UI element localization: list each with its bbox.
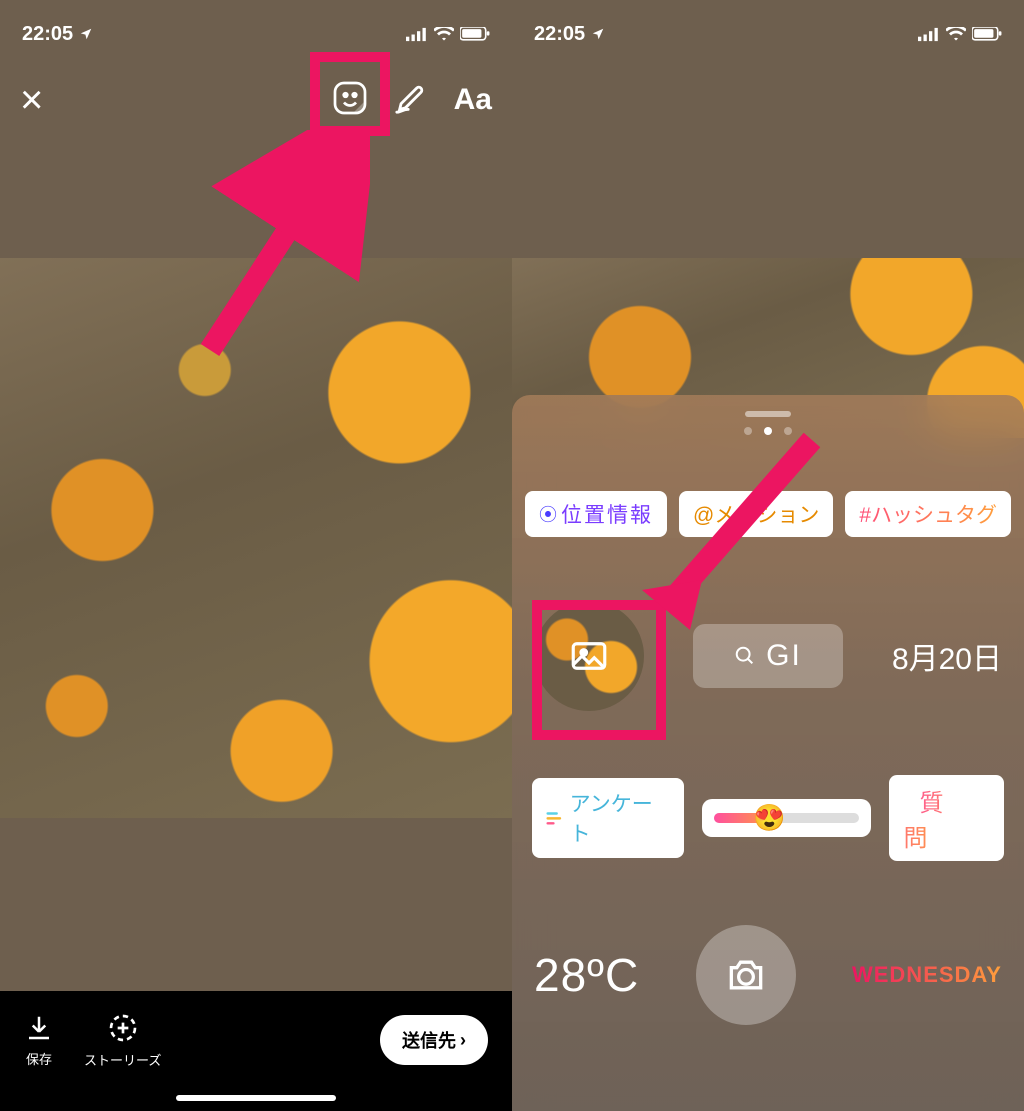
close-icon[interactable]: × [20, 80, 43, 120]
save-label: 保存 [26, 1049, 52, 1068]
poll-sticker[interactable]: アンケート [532, 778, 684, 858]
location-arrow-icon [79, 27, 93, 41]
weekday-sticker[interactable]: WEDNESDAY [852, 962, 1002, 988]
poll-icon [544, 808, 564, 828]
annotation-arrow [200, 130, 370, 360]
chevron-right-icon: › [460, 1030, 466, 1051]
heart-eyes-emoji-icon: 😍 [753, 803, 785, 834]
temperature-sticker[interactable]: 28ºC [534, 948, 639, 1002]
send-to-button[interactable]: 送信先 › [380, 1015, 488, 1065]
question-sticker[interactable]: 質問 [889, 775, 1004, 861]
question-label: 質問 [903, 780, 947, 862]
status-bar: 22:05 [512, 0, 1024, 56]
battery-icon [460, 27, 490, 42]
text-icon[interactable]: Aa [454, 83, 492, 117]
slider-track: 😍 [714, 813, 860, 823]
send-label: 送信先 [402, 1027, 456, 1053]
stories-label: ストーリーズ [84, 1050, 161, 1069]
annotation-arrow [632, 430, 822, 630]
hashtag-sticker[interactable]: #ハッシュタグ [845, 491, 1011, 537]
pin-icon: ⦿ [539, 501, 557, 527]
status-time: 22:05 [22, 23, 73, 46]
battery-icon [972, 27, 1002, 42]
gif-label: GI [766, 639, 802, 673]
signal-icon [918, 27, 940, 42]
poll-label: アンケート [570, 788, 672, 848]
temperature-value: 28 [534, 949, 587, 1001]
location-arrow-icon [591, 27, 605, 41]
search-icon [734, 645, 756, 667]
gif-sticker[interactable]: GI [693, 624, 843, 688]
save-button[interactable]: 保存 [24, 1013, 54, 1068]
emoji-slider-sticker[interactable]: 😍 [702, 799, 872, 837]
right-screenshot: 22:05 ⦿ 位置情報 @メ ション #ハッシュタグ [512, 0, 1024, 1111]
status-time: 22:05 [534, 23, 585, 46]
signal-icon [406, 27, 428, 42]
date-sticker[interactable]: 8月20日 [892, 634, 1002, 678]
sticker-icon[interactable] [332, 80, 368, 121]
camera-sticker[interactable] [696, 925, 796, 1025]
draw-icon[interactable] [394, 81, 428, 120]
temperature-unit: ºC [587, 949, 639, 1001]
story-bottom-bar: 保存 ストーリーズ 送信先 › [0, 991, 512, 1111]
stories-button[interactable]: ストーリーズ [84, 1012, 161, 1069]
wifi-icon [434, 27, 454, 42]
wifi-icon [946, 27, 966, 42]
left-screenshot: 22:05 × Aa 保存 ストーリーズ [0, 0, 512, 1111]
home-indicator [176, 1095, 336, 1101]
tray-grabber[interactable] [745, 411, 791, 417]
camera-icon [724, 953, 768, 997]
story-editor-topbar: × Aa [0, 70, 512, 130]
status-bar: 22:05 [0, 0, 512, 56]
hashtag-label: #ハッシュタグ [859, 499, 997, 529]
